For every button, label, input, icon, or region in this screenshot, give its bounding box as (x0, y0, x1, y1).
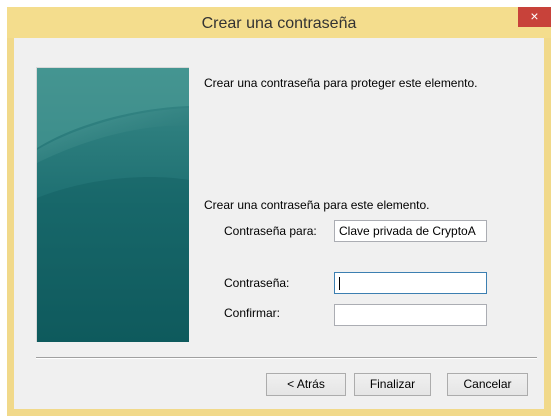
dialog-window: Crear una contraseña × Crear una contras… (7, 7, 551, 416)
title-bar[interactable]: Crear una contraseña × (7, 7, 551, 38)
confirm-input[interactable] (334, 304, 487, 326)
password-input[interactable] (334, 272, 487, 294)
finish-button[interactable]: Finalizar (354, 373, 431, 396)
intro-text: Crear una contraseña para proteger este … (204, 76, 478, 90)
footer-separator (36, 357, 537, 359)
wizard-banner-image (36, 67, 189, 342)
back-button[interactable]: < Atrás (266, 373, 346, 396)
password-label: Contraseña: (224, 276, 290, 290)
password-for-field: Clave privada de CryptoA (334, 220, 487, 242)
dialog-body: Crear una contraseña para proteger este … (14, 38, 544, 409)
confirm-label: Confirmar: (224, 306, 281, 320)
cancel-button[interactable]: Cancelar (447, 373, 528, 396)
close-icon: × (530, 8, 539, 24)
close-button[interactable]: × (518, 7, 551, 27)
window-title: Crear una contraseña (201, 15, 357, 32)
text-caret (339, 277, 340, 290)
section-heading: Crear una contraseña para este elemento. (204, 198, 430, 212)
password-for-label: Contraseña para: (224, 224, 317, 238)
